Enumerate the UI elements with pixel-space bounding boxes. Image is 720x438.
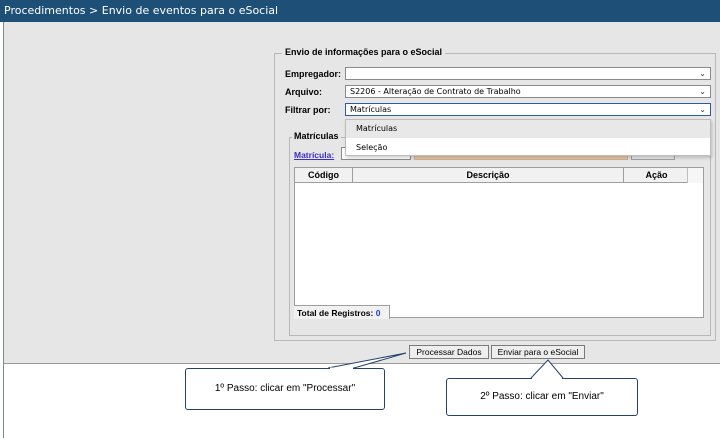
total-records: Total de Registros: 0 [294,305,390,319]
filtrar-dropdown-list: Matrículas Seleção [345,119,711,156]
records-table: Código Descrição Ação [294,167,704,318]
total-label: Total de Registros: [297,308,374,318]
arquivo-value: S2206 - Alteração de Contrato de Trabalh… [350,87,521,96]
dropdown-option-selecao[interactable]: Seleção [346,139,710,157]
chevron-down-icon: ⌄ [699,105,706,114]
arquivo-label: Arquivo: [285,87,322,97]
step1-callout: 1º Passo: clicar em "Processar" [185,368,385,410]
empregador-select[interactable]: ⌄ [345,67,711,80]
empregador-label: Empregador: [285,69,342,79]
enviar-esocial-button[interactable]: Enviar para o eSocial [491,345,585,359]
fieldset-legend: Envio de informações para o eSocial [282,47,446,58]
filtrar-select[interactable]: Matrículas ⌄ [345,103,711,116]
processar-dados-button[interactable]: Processar Dados [409,345,489,359]
step2-callout: 2º Passo: clicar em "Enviar" [446,378,638,416]
column-header-descricao: Descrição [353,168,624,182]
table-scrollbar[interactable] [687,168,703,183]
column-header-codigo: Código [295,168,353,182]
arquivo-select[interactable]: S2206 - Alteração de Contrato de Trabalh… [345,85,711,98]
total-count: 0 [375,308,381,318]
breadcrumb: Procedimentos > Envio de eventos para o … [0,0,720,22]
dropdown-option-matriculas[interactable]: Matrículas [346,120,710,138]
chevron-down-icon: ⌄ [699,87,706,96]
chevron-down-icon: ⌄ [699,69,706,78]
filtrar-label: Filtrar por: [285,105,331,115]
filtrar-value: Matrículas [350,105,392,114]
matriculas-legend: Matrículas [292,131,341,142]
column-header-acao: Ação [645,170,668,180]
matricula-link[interactable]: Matrícula: [294,150,334,161]
table-header: Código Descrição Ação [295,168,689,183]
